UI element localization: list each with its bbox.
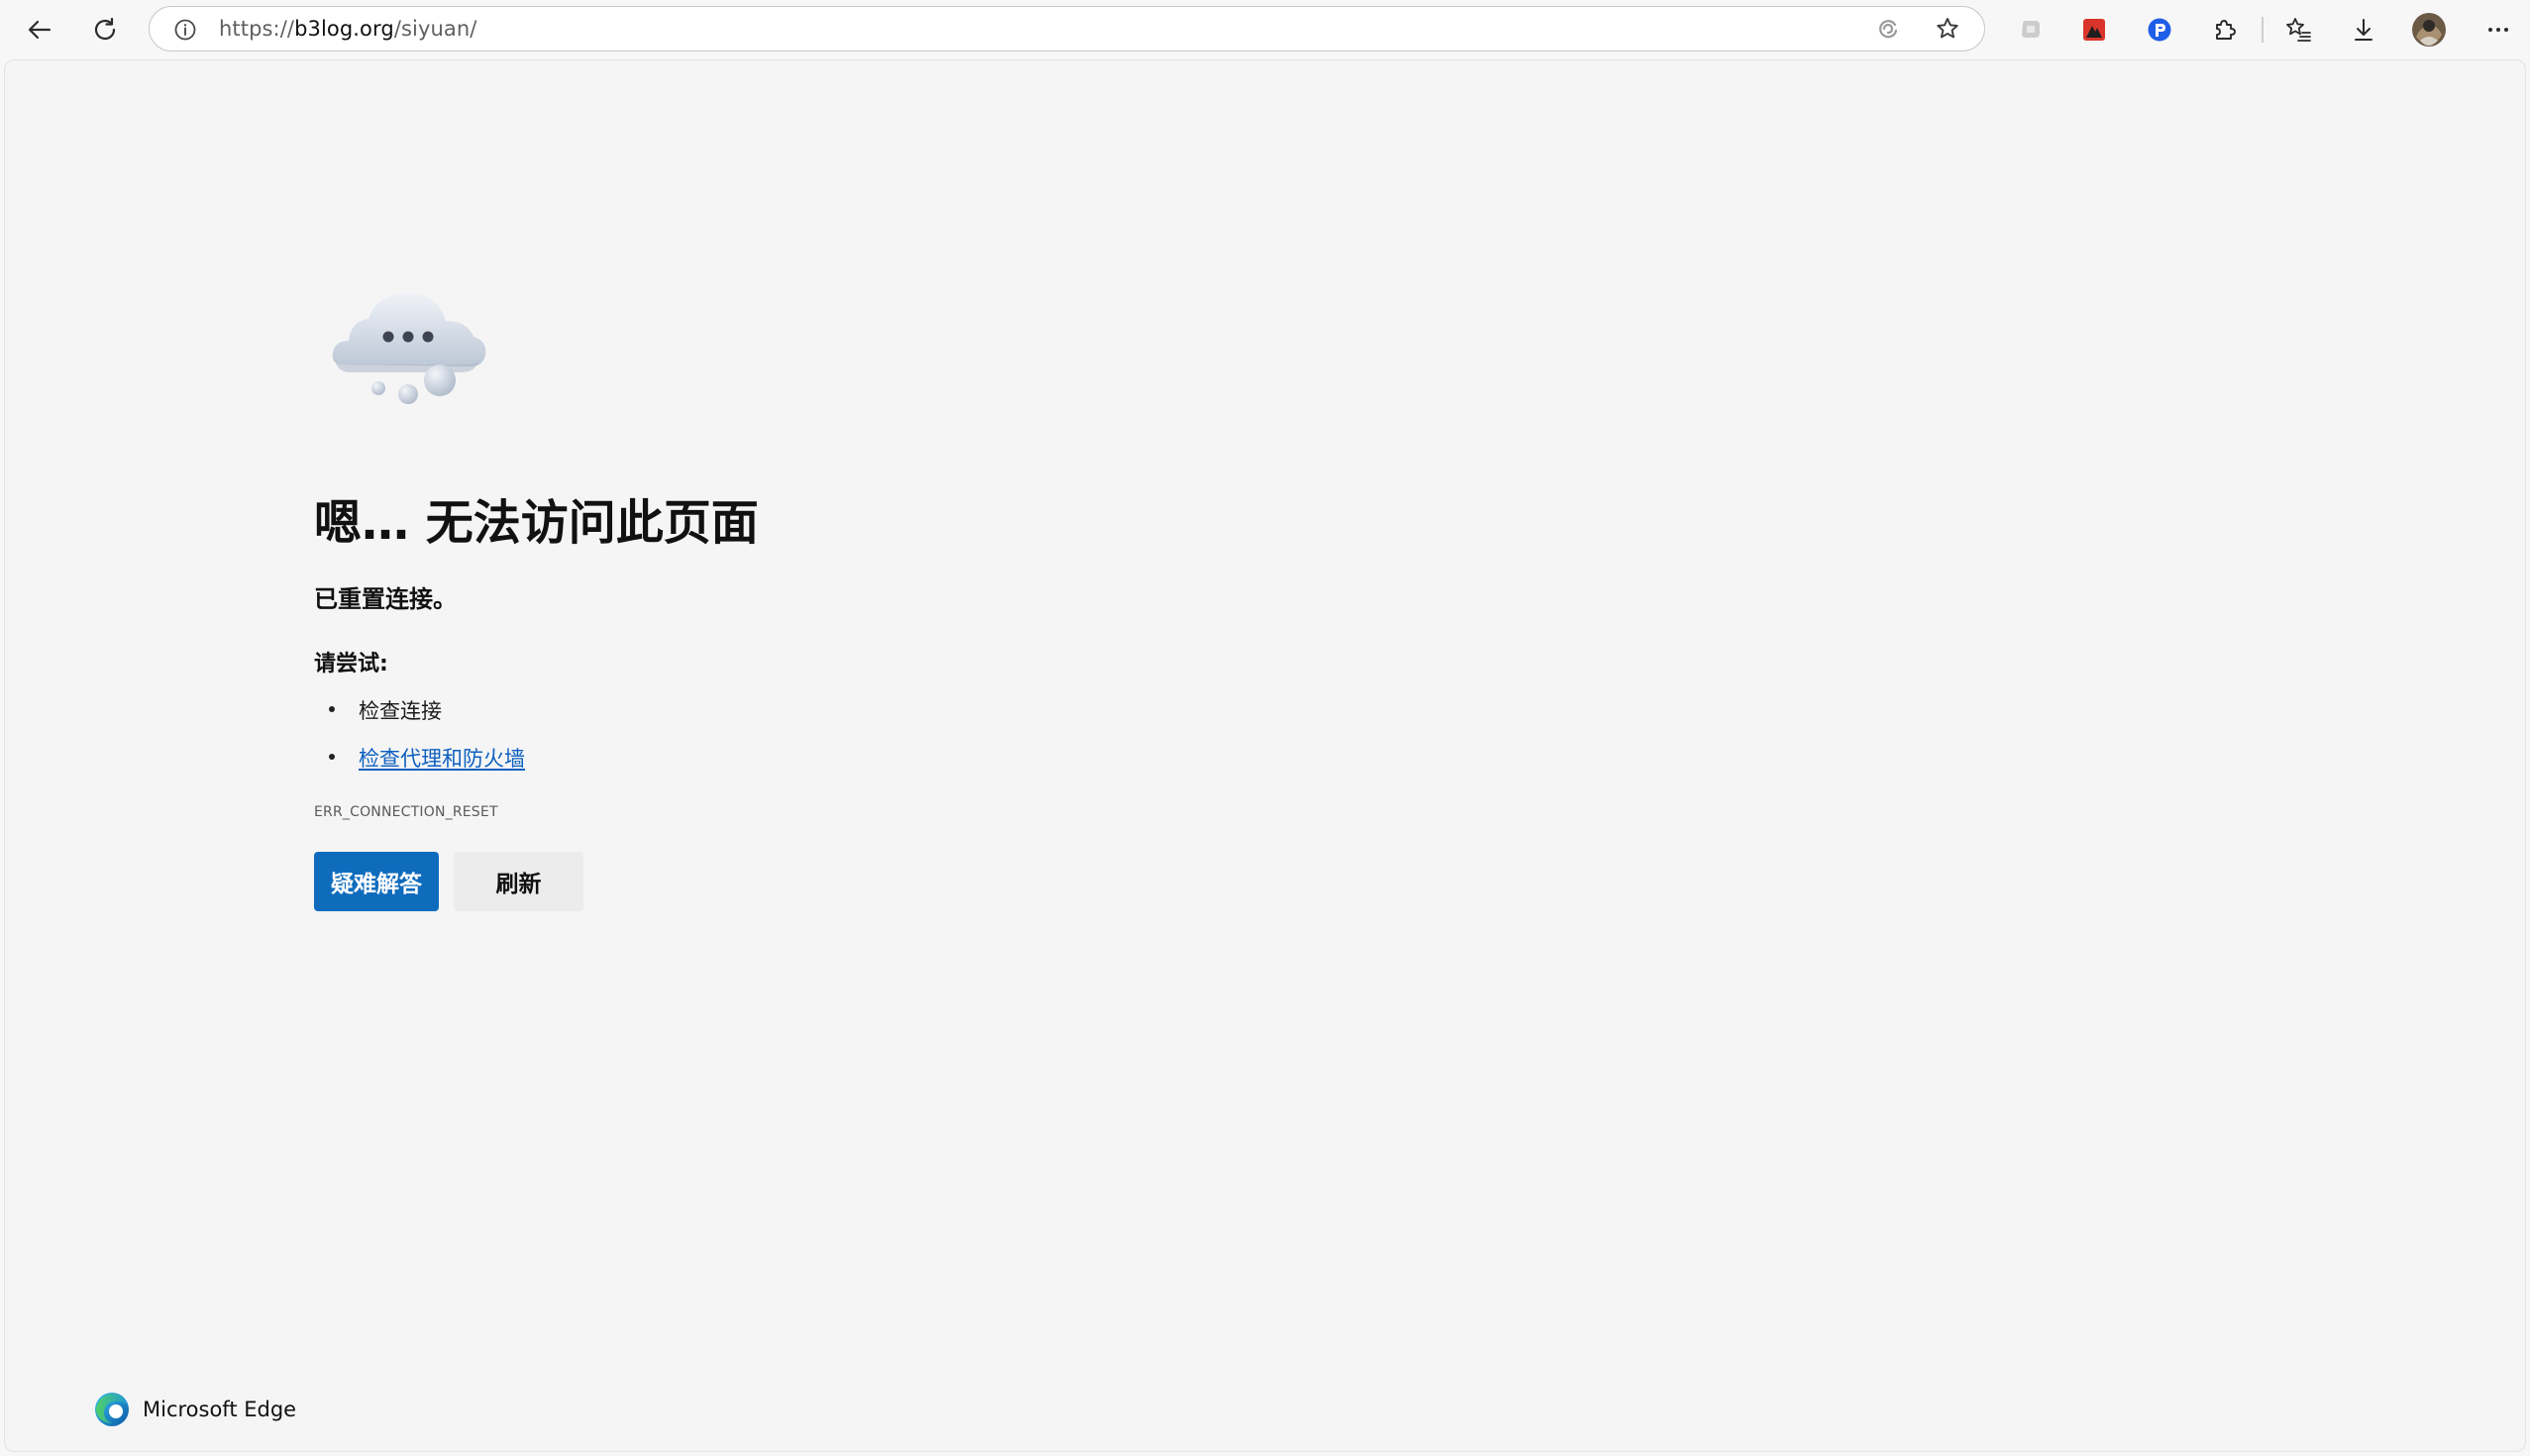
error-code: ERR_CONNECTION_RESET (314, 804, 498, 820)
back-button[interactable] (20, 10, 59, 50)
more-icon (2488, 28, 2508, 32)
more-button[interactable] (2478, 10, 2518, 50)
profile-avatar (2412, 13, 2446, 47)
error-subtitle: 已重置连接。 (314, 585, 457, 613)
extensions-puzzle-icon (2216, 20, 2236, 40)
error-title: 嗯… 无法访问此页面 (314, 495, 759, 551)
profile-button[interactable] (2409, 10, 2449, 50)
extensions-button[interactable] (2205, 10, 2245, 50)
read-aloud-icon[interactable] (1875, 16, 1901, 42)
favorite-star-icon[interactable] (1935, 16, 1960, 42)
url-prefix: https:// (219, 17, 295, 41)
extension-red-button[interactable] (2074, 10, 2114, 50)
downloads-button[interactable] (2344, 10, 2383, 50)
copilot-icon (2022, 21, 2040, 38)
url-path: /siyuan/ (393, 17, 477, 41)
brand-name: Microsoft Edge (143, 1398, 297, 1421)
favorites-button[interactable] (2278, 10, 2318, 50)
favorites-icon (2286, 18, 2311, 42)
download-icon (2355, 19, 2372, 41)
troubleshoot-button[interactable]: 疑难解答 (314, 852, 439, 911)
copilot-button[interactable] (2011, 10, 2051, 50)
refresh-button[interactable] (85, 10, 125, 50)
info-icon[interactable] (173, 18, 197, 42)
extension-red-icon (2083, 19, 2105, 41)
bullet (329, 706, 335, 712)
toolbar-divider (2262, 17, 2264, 43)
extension-blue-icon (2148, 18, 2171, 42)
address-bar[interactable]: https://b3log.org/siyuan/ (149, 6, 1985, 52)
bullet (329, 754, 335, 760)
suggestion-check-connection: 检查连接 (359, 699, 442, 723)
back-icon (28, 20, 52, 40)
cloud-icon (332, 293, 486, 404)
suggestion-check-proxy-firewall-link[interactable]: 检查代理和防火墙 (359, 743, 525, 773)
try-label: 请尝试: (314, 652, 388, 676)
refresh-page-button[interactable]: 刷新 (454, 852, 583, 911)
url-host: b3log.org (294, 17, 394, 41)
edge-logo-icon (95, 1393, 129, 1426)
refresh-icon (94, 17, 116, 41)
url-text[interactable]: https://b3log.org/siyuan/ (219, 7, 476, 51)
extension-blue-button[interactable] (2140, 10, 2179, 50)
browser-toolbar: https://b3log.org/siyuan/ (0, 0, 2530, 59)
edge-branding: Microsoft Edge (93, 1390, 296, 1429)
